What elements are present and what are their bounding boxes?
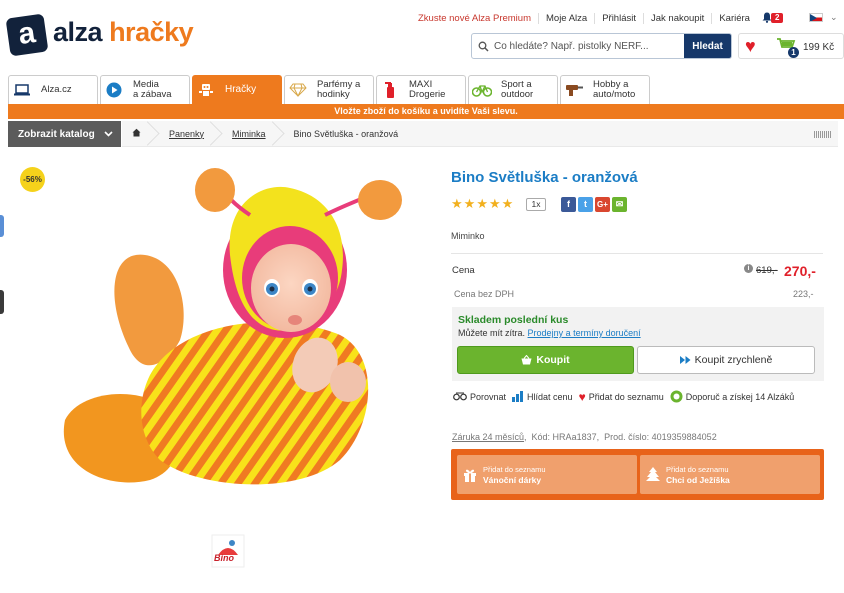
- google-plus-icon[interactable]: G+: [595, 197, 610, 212]
- price-label: Cena: [452, 265, 475, 276]
- czech-flag-icon[interactable]: [809, 13, 823, 22]
- wishlist-christmas-button[interactable]: Přidat do seznamu Vánoční dárky: [457, 455, 637, 494]
- breadcrumb-item-miminka[interactable]: Miminka: [214, 121, 276, 147]
- search-bar: Hledat: [471, 33, 732, 59]
- facebook-icon[interactable]: f: [561, 197, 576, 212]
- top-link-how-to-buy[interactable]: Jak nakoupit: [644, 13, 713, 24]
- buy-fast-button[interactable]: Koupit zrychleně: [637, 346, 815, 374]
- search-button[interactable]: Hledat: [684, 34, 731, 58]
- breadcrumb: Panenky Miminka Bino Světluška - oranžov…: [122, 121, 838, 147]
- delivery-link[interactable]: Prodejny a termíny doručení: [528, 328, 641, 338]
- star-icon: ★: [451, 196, 463, 211]
- add-to-list-action[interactable]: ♥ Přidat do seznamu: [579, 391, 664, 403]
- wishlist-jezisek-button[interactable]: Přidat do seznamu Chci od Ježíška: [640, 455, 820, 494]
- buy-button[interactable]: Koupit: [457, 346, 634, 374]
- discount-badge: -56%: [20, 167, 45, 192]
- stock-status: Skladem poslední kus: [458, 314, 569, 326]
- catalog-button[interactable]: Zobrazit katalog: [8, 121, 121, 147]
- product-code: Kód: HRAa1837,: [531, 432, 600, 442]
- delivery-info: Můžete mít zítra. Prodejny a termíny dor…: [458, 328, 641, 338]
- tab-sport[interactable]: Sport a outdoor: [468, 75, 558, 104]
- tab-media[interactable]: Media a zábava: [100, 75, 190, 104]
- product-meta: Záruka 24 měsíců, Kód: HRAa1837, Prod. č…: [452, 432, 717, 442]
- tab-hobby[interactable]: Hobby a auto/moto: [560, 75, 650, 104]
- watch-price-action[interactable]: Hlídat cenu: [512, 391, 573, 402]
- drill-icon: [561, 76, 587, 104]
- fast-forward-icon: [679, 356, 691, 364]
- warranty-link[interactable]: Záruka 24 měsíců: [452, 432, 524, 442]
- star-icon: ★: [463, 196, 476, 211]
- breadcrumb-item-current: Bino Světluška - oranžová: [293, 128, 399, 139]
- category-tabs: Alza.cz Media a zábava Hračky Parfémy a ho…: [8, 75, 650, 104]
- rating-count[interactable]: 1x: [526, 198, 546, 211]
- product-title: Bino Světluška - oranžová: [451, 169, 638, 186]
- top-link-career[interactable]: Kariéra: [712, 13, 757, 24]
- twitter-icon[interactable]: t: [578, 197, 593, 212]
- compare-action[interactable]: Porovnat: [453, 392, 506, 402]
- notification-badge: 2: [771, 13, 784, 23]
- barcode-icon[interactable]: [814, 131, 832, 138]
- tree-icon: [640, 466, 666, 483]
- breadcrumb-home[interactable]: [122, 121, 151, 147]
- star-icon: ★: [501, 196, 514, 211]
- side-image-strip: [0, 290, 4, 314]
- tab-alza-cz[interactable]: Alza.cz: [8, 75, 98, 104]
- brand-logo-text: Bino: [214, 553, 234, 563]
- heart-icon[interactable]: ♥: [745, 37, 756, 55]
- product-number: Prod. číslo: 4019359884052: [604, 432, 717, 442]
- cart-price[interactable]: 199 Kč: [803, 42, 834, 53]
- product-category[interactable]: Miminko: [451, 231, 485, 241]
- recommend-action[interactable]: Doporuč a získej 14 Alzáků: [670, 390, 794, 403]
- robot-icon: [193, 76, 219, 104]
- spray-bottle-icon: [377, 76, 403, 104]
- search-input[interactable]: [494, 34, 684, 58]
- chevron-down-icon[interactable]: ⌄: [830, 12, 838, 23]
- alza-logo-text[interactable]: alza hračky: [53, 17, 194, 48]
- tab-parfemy[interactable]: Parfémy a hodinky: [284, 75, 374, 104]
- bar-chart-icon: [512, 391, 524, 402]
- side-image-strip: [0, 215, 4, 237]
- tab-drogerie[interactable]: MAXI Drogerie: [376, 75, 466, 104]
- chevron-down-icon: [104, 131, 113, 137]
- basket-icon: [521, 355, 532, 365]
- social-share: f t G+ ✉: [561, 197, 627, 212]
- top-link-login[interactable]: Přihlásit: [595, 13, 644, 24]
- alza-logo-mark[interactable]: a: [5, 13, 49, 57]
- price-old: 619,-: [756, 265, 778, 276]
- play-icon: [101, 76, 127, 104]
- bicycle-icon: [469, 76, 495, 104]
- price-without-vat-label: Cena bez DPH: [454, 289, 515, 299]
- product-actions: Porovnat Hlídat cenu ♥ Přidat do seznamu…: [453, 390, 800, 403]
- star-icon: ★: [476, 196, 488, 211]
- compare-icon: [453, 392, 467, 401]
- info-icon[interactable]: i: [744, 264, 753, 273]
- heart-icon: ♥: [578, 389, 586, 404]
- email-icon[interactable]: ✉: [612, 197, 627, 212]
- recommend-icon: [670, 390, 683, 403]
- brand-logo-thumbnail[interactable]: Bino: [210, 533, 246, 569]
- home-icon: [132, 128, 141, 137]
- star-icon: ★: [488, 196, 501, 211]
- breadcrumb-item-panenky[interactable]: Panenky: [151, 121, 214, 147]
- diamond-icon: [285, 76, 311, 104]
- product-image[interactable]: [50, 160, 420, 500]
- gift-icon: [457, 468, 483, 482]
- laptop-icon: [9, 76, 35, 104]
- rating-stars[interactable]: ★ ★ ★ ★ ★: [451, 197, 513, 210]
- promo-bar[interactable]: Vložte zboží do košíku a uvidíte Vaši sl…: [8, 104, 844, 119]
- price-current: 270,-: [784, 263, 816, 279]
- search-icon: [472, 34, 494, 58]
- top-link-account[interactable]: Moje Alza: [539, 13, 596, 24]
- tab-hracky[interactable]: Hračky: [192, 75, 282, 104]
- cart-count-badge: 1: [788, 47, 799, 58]
- top-links: Zkuste nové Alza Premium Moje Alza Přihl…: [418, 13, 757, 24]
- top-link-premium[interactable]: Zkuste nové Alza Premium: [418, 13, 539, 24]
- price-without-vat-value: 223,-: [793, 289, 814, 299]
